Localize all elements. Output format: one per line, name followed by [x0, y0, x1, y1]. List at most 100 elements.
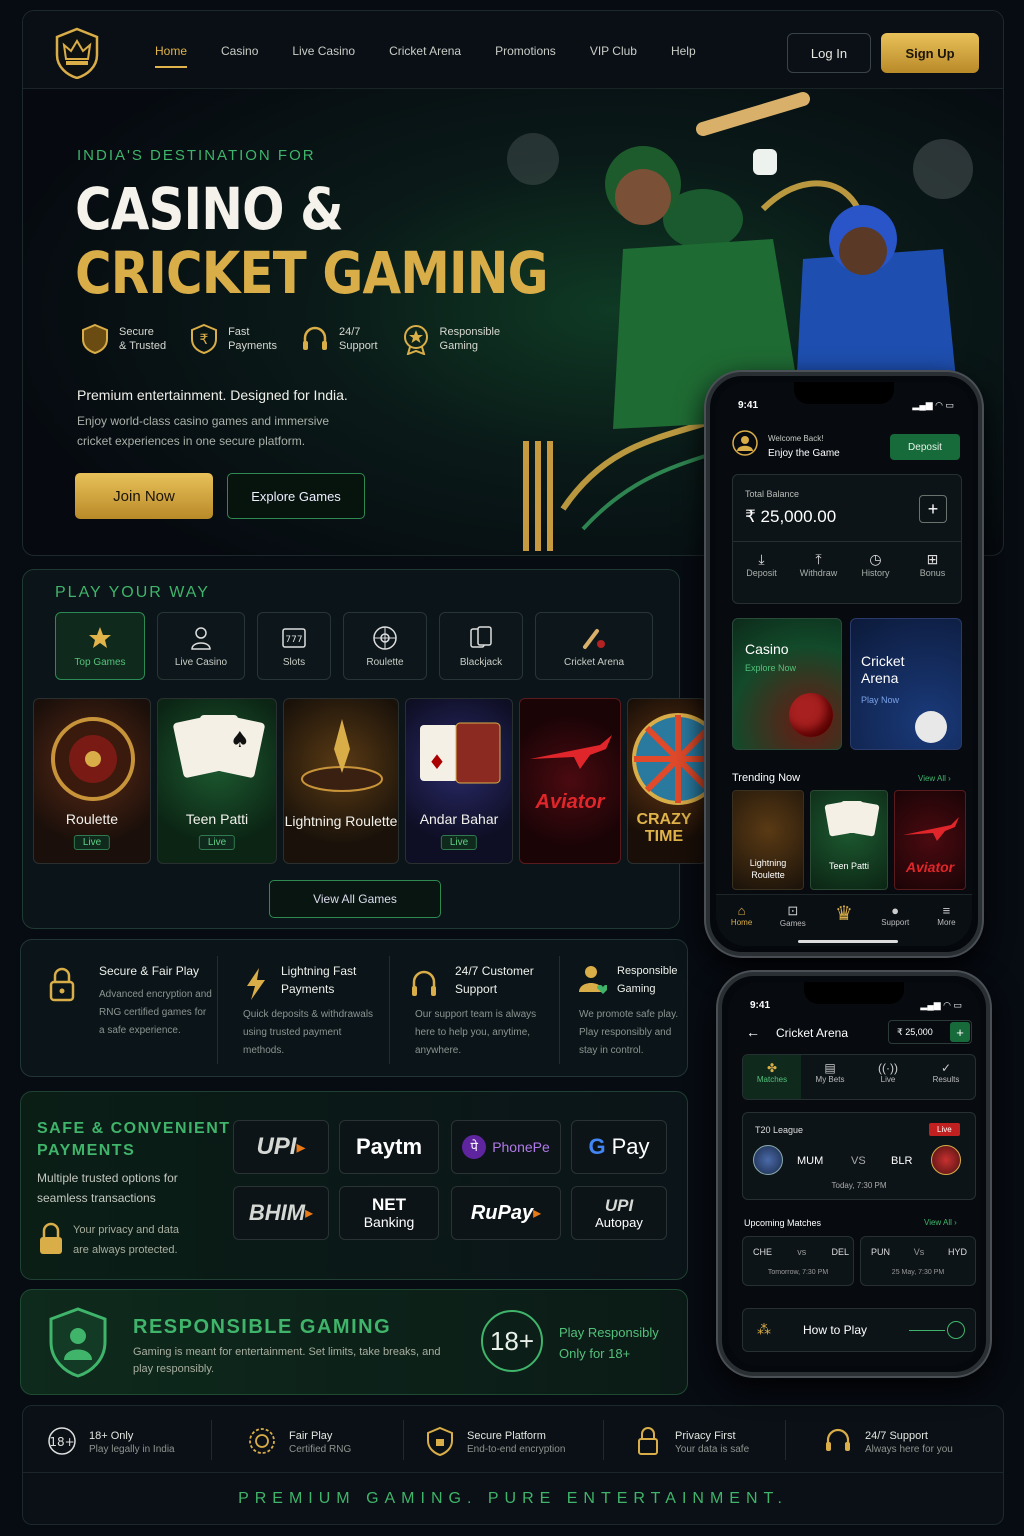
status-time: 9:41: [750, 1000, 771, 1011]
bhim-logo[interactable]: BHIM ▸: [233, 1186, 329, 1240]
slot-machine-icon: 777: [282, 627, 306, 648]
category-top-games[interactable]: Top Games: [55, 612, 145, 680]
upcoming-title: Upcoming Matches: [744, 1218, 822, 1228]
gift-icon: ⊞: [926, 551, 939, 567]
tab-games[interactable]: ⊡ Games: [767, 895, 818, 946]
category-roulette[interactable]: Roulette: [343, 612, 427, 680]
trend-aviator[interactable]: Aviator: [894, 790, 966, 890]
trend-game-name: Aviator: [905, 859, 955, 875]
svg-text:₹: ₹: [200, 332, 209, 348]
signal-wifi-battery-icon: ▂▄▆ ◠ ▭: [912, 400, 954, 410]
nav-home[interactable]: Home: [155, 44, 188, 68]
check-circle-icon: ✓: [940, 1061, 952, 1075]
trend-teen-patti[interactable]: Teen Patti: [810, 790, 888, 890]
game-card-crazy-time[interactable]: CRAZY TIME: [627, 698, 707, 864]
wallet-balance[interactable]: ₹ 25,000 +: [888, 1020, 972, 1044]
svg-text:777: 777: [285, 635, 302, 645]
game-card-roulette[interactable]: Roulette Live: [33, 698, 151, 864]
divider: [217, 956, 218, 1064]
upi-autopay-logo[interactable]: UPI Autopay: [571, 1186, 667, 1240]
paytm-logo[interactable]: Paytm: [339, 1120, 439, 1174]
padlock-icon: [638, 1427, 658, 1455]
action-label: Withdraw: [799, 568, 838, 578]
money-wheel-icon: [632, 713, 706, 805]
net-banking-logo[interactable]: NET Banking: [339, 1186, 439, 1240]
trend-game-name: Teen Patti: [828, 861, 870, 871]
rupay-logo[interactable]: RuPay ▸: [451, 1186, 561, 1240]
nav-promotions[interactable]: Promotions: [495, 44, 556, 68]
balance-card: Total Balance ₹ 25,000.00 + ⤓ Deposit ⤒ Wi…: [732, 474, 962, 604]
cricket-tab-bar: ✤ Matches ▤ My Bets ((·)) Live ✓ Results: [742, 1054, 976, 1100]
nav-casino[interactable]: Casino: [221, 44, 258, 68]
view-all-games-button[interactable]: View All Games: [269, 880, 441, 918]
footer-18-only: 18+ 18+ Only Play legally in India: [47, 1420, 175, 1462]
deposit-button[interactable]: Deposit: [890, 434, 960, 460]
payments-panel: SAFE & CONVENIENT PAYMENTS Multiple trust…: [20, 1091, 688, 1280]
feature-fast-payments: ₹ Fast Payments: [188, 323, 277, 355]
category-live-casino[interactable]: Live Casino: [157, 612, 245, 680]
action-bonus[interactable]: ⊞ Bonus: [904, 551, 961, 578]
footer: 18+ 18+ Only Play legally in India Fair P…: [22, 1405, 1004, 1525]
how-to-play-button[interactable]: ⁂ How to Play: [742, 1308, 976, 1352]
upcoming-match-card[interactable]: PUN Vs HYD 25 May, 7:30 PM: [860, 1236, 976, 1286]
trust-secure: Secure & Fair Play Advanced encryption a…: [47, 940, 237, 1078]
live-badge: Live: [440, 835, 478, 850]
explore-games-button[interactable]: Explore Games: [227, 473, 365, 519]
tab-results[interactable]: ✓ Results: [917, 1055, 975, 1099]
match-time: Today, 7:30 PM: [831, 1181, 887, 1190]
upcoming-match-card[interactable]: CHE vs DEL Tomorrow, 7:30 PM: [742, 1236, 854, 1286]
trend-lightning-roulette[interactable]: Lightning Roulette: [732, 790, 804, 890]
nav-help[interactable]: Help: [671, 44, 696, 68]
phonepe-logo[interactable]: पे PhonePe: [451, 1120, 561, 1174]
trending-view-all[interactable]: View All ›: [918, 774, 951, 783]
google-pay-logo[interactable]: G Pay: [571, 1120, 667, 1174]
category-slots[interactable]: 777 Slots: [257, 612, 331, 680]
avatar[interactable]: [732, 430, 758, 456]
signup-button[interactable]: Sign Up: [881, 33, 979, 73]
add-funds-button[interactable]: +: [950, 1022, 970, 1042]
category-label: Blackjack: [459, 656, 503, 668]
casino-tile-title: Casino: [745, 641, 789, 657]
category-blackjack[interactable]: Blackjack: [439, 612, 523, 680]
chat-icon: ●: [891, 903, 900, 918]
category-label: Roulette: [366, 656, 404, 668]
tab-support[interactable]: ● Support: [870, 895, 921, 946]
category-cricket-arena[interactable]: Cricket Arena: [535, 612, 653, 680]
tab-live[interactable]: ((·)) Live: [859, 1055, 917, 1099]
nav-live-casino[interactable]: Live Casino: [292, 44, 355, 68]
game-card-lightning-roulette[interactable]: Lightning Roulette: [283, 698, 399, 864]
action-history[interactable]: ◷ History: [847, 551, 904, 578]
category-label: Slots: [282, 656, 306, 668]
bhim-arrow-icon: ▸: [305, 1205, 314, 1222]
tab-my-bets[interactable]: ▤ My Bets: [801, 1055, 859, 1099]
action-withdraw[interactable]: ⤒ Withdraw: [790, 551, 847, 578]
team-name: MUM: [797, 1155, 824, 1167]
tab-matches[interactable]: ✤ Matches: [743, 1055, 801, 1099]
back-arrow-icon[interactable]: ←: [746, 1024, 760, 1040]
live-match-card[interactable]: T20 League Live MUM VS BLR Today, 7:30 P…: [742, 1112, 976, 1200]
add-funds-button[interactable]: +: [919, 495, 947, 523]
svg-text:18+: 18+: [49, 1435, 74, 1449]
upi-logo[interactable]: UPI ▸: [233, 1120, 329, 1174]
tab-more[interactable]: ≡ More: [921, 895, 972, 946]
game-card-andar-bahar[interactable]: ♦ Andar Bahar Live: [405, 698, 513, 864]
view-all-label: View All: [918, 774, 946, 783]
team-name: PUN: [871, 1247, 891, 1257]
upcoming-view-all[interactable]: View All ›: [924, 1218, 957, 1227]
game-card-aviator[interactable]: Aviator: [519, 698, 621, 864]
status-time: 9:41: [738, 400, 759, 411]
tab-crown[interactable]: ♛: [818, 895, 869, 946]
nav-vip-club[interactable]: VIP Club: [590, 44, 637, 68]
crown-shield-logo[interactable]: [53, 27, 101, 79]
action-deposit[interactable]: ⤓ Deposit: [733, 551, 790, 578]
cricket-arena-tile[interactable]: Cricket Arena Play Now: [850, 618, 962, 750]
nav-cricket-arena[interactable]: Cricket Arena: [389, 44, 461, 68]
login-button[interactable]: Log In: [787, 33, 871, 73]
category-label: Top Games: [74, 656, 126, 668]
tab-home[interactable]: ⌂ Home: [716, 895, 767, 946]
casino-tile[interactable]: Casino Explore Now: [732, 618, 842, 750]
feature-label: Fast: [228, 326, 250, 338]
casino-tile-cta: Explore Now: [745, 663, 797, 673]
join-now-button[interactable]: Join Now: [75, 473, 213, 519]
game-card-teen-patti[interactable]: ♠ Teen Patti Live: [157, 698, 277, 864]
